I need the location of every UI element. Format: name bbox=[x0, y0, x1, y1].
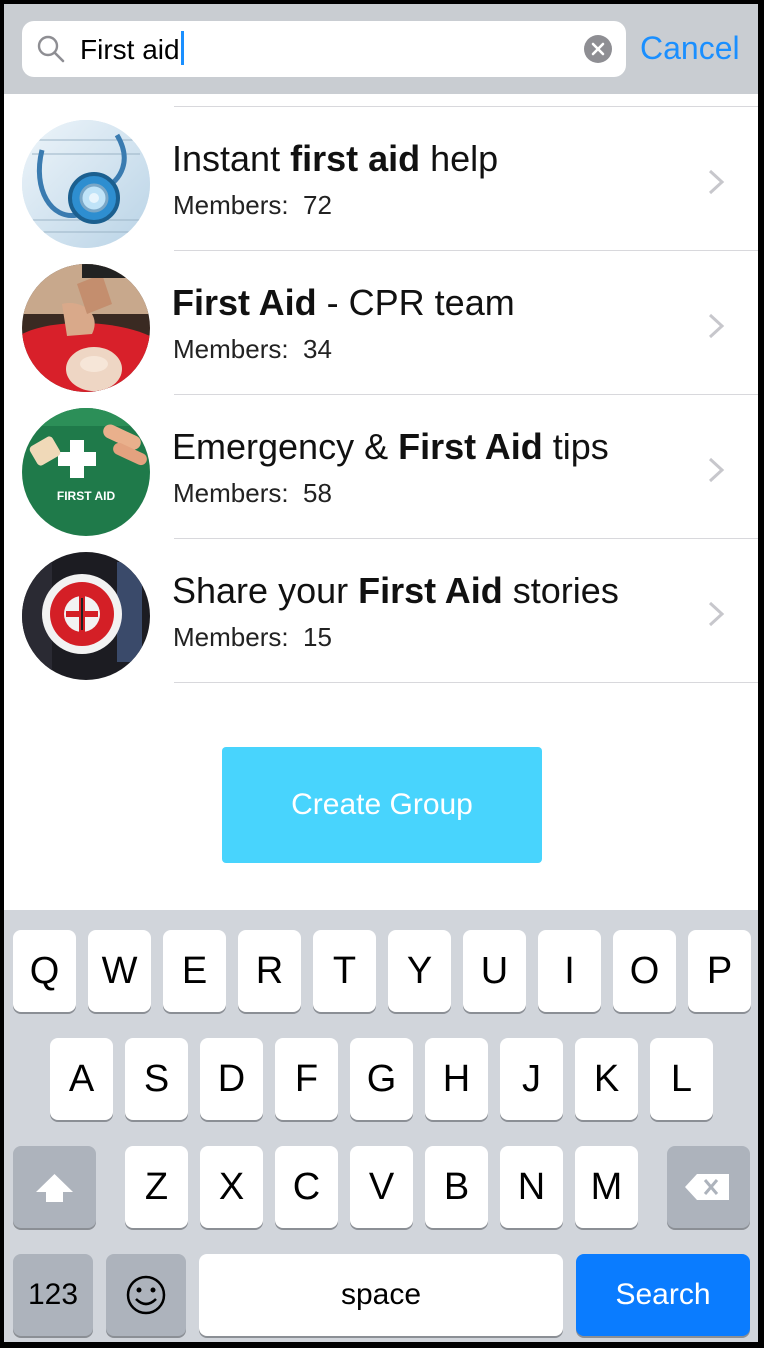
search-bar: First aid Cancel bbox=[4, 4, 758, 94]
group-title: First Aid - CPR team bbox=[172, 282, 515, 323]
key-h[interactable]: H bbox=[425, 1038, 488, 1120]
group-title: Share your First Aid stories bbox=[172, 570, 619, 611]
keyboard: Q W E R T Y U I O P A S D F G H J K L Z … bbox=[4, 910, 758, 1342]
member-count: Members: 34 bbox=[173, 334, 332, 364]
group-title: Emergency & First Aid tips bbox=[172, 426, 609, 467]
group-row[interactable]: FIRST AID Emergency & First Aid tips Mem… bbox=[4, 395, 758, 539]
key-s[interactable]: S bbox=[125, 1038, 188, 1120]
shift-key[interactable] bbox=[13, 1146, 96, 1228]
key-c[interactable]: C bbox=[275, 1146, 338, 1228]
group-avatar-cpr bbox=[22, 264, 150, 392]
key-b[interactable]: B bbox=[425, 1146, 488, 1228]
group-title: Instant first aid help bbox=[172, 138, 499, 179]
key-z[interactable]: Z bbox=[125, 1146, 188, 1228]
key-y[interactable]: Y bbox=[388, 930, 451, 1012]
first-aid-kit-label: FIRST AID bbox=[57, 489, 116, 503]
group-row[interactable]: Instant first aid help Members: 72 bbox=[4, 107, 758, 251]
group-avatar-stethoscope bbox=[22, 120, 150, 248]
emoji-key[interactable] bbox=[106, 1254, 186, 1336]
chevron-right-icon bbox=[708, 601, 725, 627]
divider bbox=[174, 682, 758, 683]
space-key[interactable]: space bbox=[199, 1254, 563, 1336]
key-l[interactable]: L bbox=[650, 1038, 713, 1120]
numbers-key[interactable]: 123 bbox=[13, 1254, 93, 1336]
key-w[interactable]: W bbox=[88, 930, 151, 1012]
chevron-right-icon bbox=[708, 169, 725, 195]
close-icon bbox=[591, 42, 605, 56]
create-group-button[interactable]: Create Group bbox=[222, 747, 542, 863]
member-count: Members: 58 bbox=[173, 478, 332, 508]
smiley-icon bbox=[126, 1275, 166, 1315]
key-t[interactable]: T bbox=[313, 930, 376, 1012]
key-k[interactable]: K bbox=[575, 1038, 638, 1120]
chevron-right-icon bbox=[708, 313, 725, 339]
app-screen: First aid Cancel Instant first aid help … bbox=[4, 4, 758, 1342]
key-u[interactable]: U bbox=[463, 930, 526, 1012]
key-x[interactable]: X bbox=[200, 1146, 263, 1228]
key-n[interactable]: N bbox=[500, 1146, 563, 1228]
key-v[interactable]: V bbox=[350, 1146, 413, 1228]
search-key[interactable]: Search bbox=[576, 1254, 750, 1336]
backspace-icon bbox=[685, 1174, 729, 1200]
key-j[interactable]: J bbox=[500, 1038, 563, 1120]
group-avatar-first-aid-kit: FIRST AID bbox=[22, 408, 150, 536]
search-query: First aid bbox=[80, 31, 184, 68]
group-avatar-street-medic bbox=[22, 552, 150, 680]
key-g[interactable]: G bbox=[350, 1038, 413, 1120]
key-a[interactable]: A bbox=[50, 1038, 113, 1120]
group-row[interactable]: Share your First Aid stories Members: 15 bbox=[4, 539, 758, 683]
clear-text-button[interactable] bbox=[584, 35, 612, 63]
key-e[interactable]: E bbox=[163, 930, 226, 1012]
chevron-right-icon bbox=[708, 457, 725, 483]
key-d[interactable]: D bbox=[200, 1038, 263, 1120]
key-r[interactable]: R bbox=[238, 930, 301, 1012]
cancel-button[interactable]: Cancel bbox=[640, 28, 740, 68]
shift-arrow-icon bbox=[36, 1174, 73, 1202]
member-count: Members: 72 bbox=[173, 190, 332, 220]
search-input[interactable]: First aid bbox=[22, 21, 626, 77]
group-row[interactable]: First Aid - CPR team Members: 34 bbox=[4, 251, 758, 395]
member-count: Members: 15 bbox=[173, 622, 332, 652]
key-f[interactable]: F bbox=[275, 1038, 338, 1120]
text-cursor bbox=[180, 31, 184, 65]
search-icon bbox=[37, 35, 65, 63]
key-q[interactable]: Q bbox=[13, 930, 76, 1012]
key-o[interactable]: O bbox=[613, 930, 676, 1012]
key-i[interactable]: I bbox=[538, 930, 601, 1012]
delete-key[interactable] bbox=[667, 1146, 750, 1228]
key-p[interactable]: P bbox=[688, 930, 751, 1012]
key-m[interactable]: M bbox=[575, 1146, 638, 1228]
